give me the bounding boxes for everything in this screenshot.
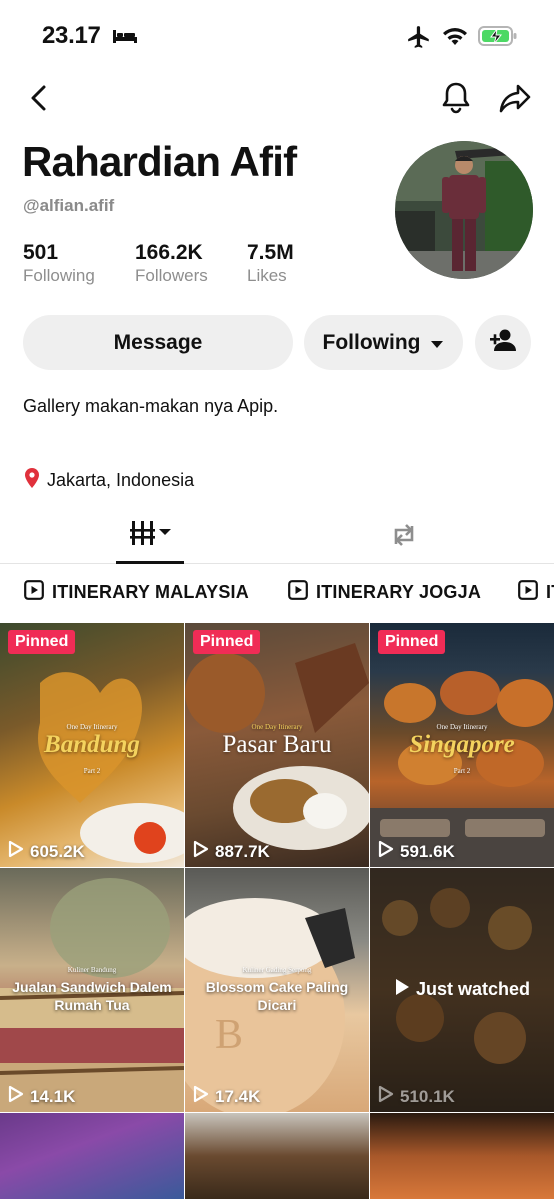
bed-icon [112,28,138,49]
video-tile[interactable]: Pinned One Day Itinerary Singapore Part … [370,623,554,867]
stat-likes: 7.5M Likes [247,240,294,286]
stat-label: Followers [135,266,208,285]
play-outline-icon [193,1085,209,1108]
video-overlay-title: Singapore [409,731,515,758]
profile-handle: @alfian.afif [23,196,115,215]
bell-icon[interactable] [440,80,472,116]
stat-label: Likes [247,266,287,285]
stat-value: 501 [23,241,59,264]
stat-value: 7.5M [247,241,294,264]
pinned-badge: Pinned [378,630,446,654]
video-tile[interactable]: Kuliner Bandung Jualan Sandwich Dalem Ru… [0,868,184,1112]
video-tile[interactable] [0,1113,184,1199]
view-count-text: 887.7K [215,841,270,861]
view-count: 17.4K [193,1085,260,1108]
video-overlay-title: Bandung [44,731,140,758]
video-tile[interactable]: Pinned One Day Itinerary Bandung Part 2 … [0,623,184,867]
video-overlay-kicker: One Day Itinerary [251,723,303,731]
view-count-text: 14.1K [30,1086,76,1106]
tab-active-indicator [116,561,184,564]
playlist-row: ITINERARY MALAYSIA ITINERARY JOGJA IT [0,566,554,618]
profile-name: Rahardian Afif [22,138,297,185]
view-count-text: 17.4K [215,1086,261,1106]
stat-value: 166.2K [135,241,203,264]
stat-followers[interactable]: 166.2K Followers [135,240,208,286]
svg-text:B: B [215,1012,243,1058]
stat-label: Following [23,266,95,285]
play-outline-icon [8,1085,24,1108]
just-watched-text: Just watched [415,979,531,999]
reposts-icon [388,524,420,554]
avatar[interactable] [395,141,533,279]
video-overlay-caption: Jualan Sandwich Dalem Rumah Tua [12,979,172,1013]
view-count-text: 591.6K [400,841,455,861]
profile-bio: Gallery makan-makan nya Apip. [23,396,279,416]
pinned-badge: Pinned [193,630,261,654]
view-count: 510.1K [378,1085,455,1108]
play-outline-icon [378,1085,394,1108]
stat-following[interactable]: 501 Following [23,240,95,286]
play-icon [394,978,410,1001]
profile-location: Jakarta, Indonesia [23,467,194,494]
add-friend-button[interactable] [475,315,531,370]
playlist-chip[interactable]: IT [518,580,554,605]
play-square-icon [24,580,44,605]
playlist-label: ITINERARY MALAYSIA [52,582,249,602]
view-count: 887.7K [193,840,270,863]
pin-icon [23,467,41,494]
play-square-icon [288,580,308,605]
video-overlay-kicker: One Day Itinerary [436,723,488,731]
video-overlay-caption: Blossom Cake Paling Dicari [205,979,349,1013]
playlist-chip[interactable]: ITINERARY JOGJA [288,580,481,605]
video-tile[interactable]: Pinned One Day Itinerary Pasar Baru 887.… [185,623,369,867]
airplane-icon [405,24,433,55]
video-overlay-kicker: Kuliner Gading Serpong [242,966,312,974]
back-icon[interactable] [26,82,54,114]
battery-charging-icon [478,25,518,52]
following-button[interactable]: Following [304,315,463,370]
play-square-icon [518,580,538,605]
wifi-icon [441,25,469,52]
profile-tabs [0,508,554,564]
playlist-label: ITINERARY JOGJA [316,582,482,602]
play-outline-icon [8,840,24,863]
following-button-label: Following [322,330,421,354]
just-watched-label: Just watched [370,978,554,1001]
message-button[interactable]: Message [23,315,293,370]
status-bar: 23.17 [0,0,554,72]
playlist-label: IT [546,582,554,602]
pinned-badge: Pinned [8,630,76,654]
video-tile[interactable]: Just watched 510.1K [370,868,554,1112]
video-tile[interactable] [370,1113,554,1199]
view-count: 14.1K [8,1085,75,1108]
status-time: 23.17 [42,22,101,49]
view-count-text: 605.2K [30,841,85,861]
view-count: 605.2K [8,840,85,863]
view-count: 591.6K [378,840,455,863]
location-text: Jakarta, Indonesia [47,470,195,490]
add-user-icon [489,328,517,358]
playlist-chip[interactable]: ITINERARY MALAYSIA [24,580,249,605]
message-button-label: Message [113,330,203,354]
video-overlay-sub: Part 2 [83,767,101,775]
video-tile[interactable]: B Kuliner Gading Serpong Blossom Cake Pa… [185,868,369,1112]
video-overlay-kicker: One Day Itinerary [66,723,118,731]
video-overlay-title: Pasar Baru [222,731,332,758]
video-overlay-kicker: Kuliner Bandung [67,966,117,974]
tab-reposts[interactable] [388,520,420,555]
view-count-text: 510.1K [400,1086,455,1106]
video-grid: Pinned One Day Itinerary Bandung Part 2 … [0,623,554,1199]
video-tile[interactable] [185,1113,369,1199]
share-icon[interactable] [498,82,532,114]
tab-videos[interactable] [116,518,184,564]
play-outline-icon [193,840,209,863]
caret-down-icon [430,331,444,355]
videos-grid-icon [126,518,174,564]
play-outline-icon [378,840,394,863]
video-overlay-sub: Part 2 [453,767,471,775]
